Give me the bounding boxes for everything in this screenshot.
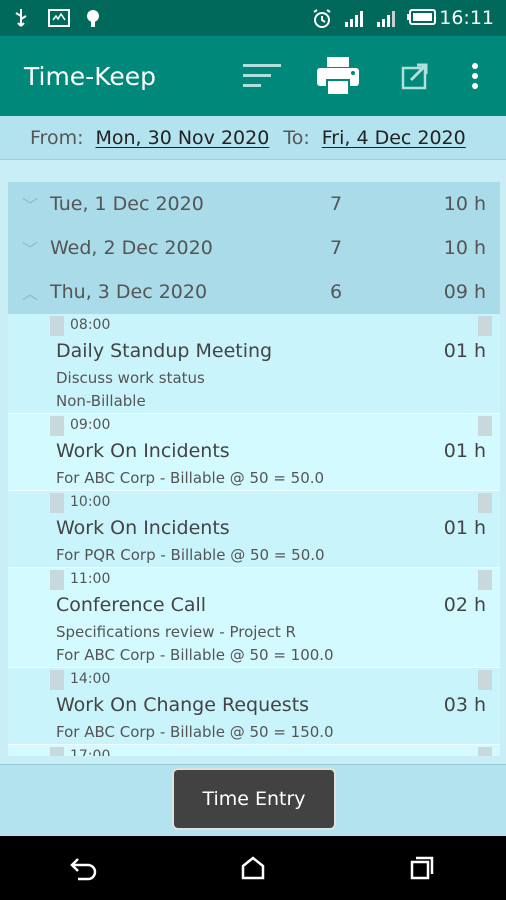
entry-time: 09:00 [70,417,111,433]
entry-detail: For ABC Corp - Billable @ 50 = 150.0 [56,723,334,741]
entry-time: 10:00 [70,494,111,510]
group-hours: 09 h [443,281,486,303]
entry-name: Work On Incidents [56,517,230,539]
day-group-header[interactable]: ︿ Thu, 3 Dec 2020 6 09 h [8,270,500,314]
entry-detail: For ABC Corp - Billable @ 50 = 50.0 [56,469,325,487]
print-button[interactable] [308,57,368,95]
entry-name: Daily Standup Meeting [56,340,273,362]
system-nav-bar [0,836,506,900]
entry-marker [478,316,492,336]
usb-icon [12,8,32,28]
entry-marker [50,416,64,436]
from-date-picker[interactable]: Mon, 30 Nov 2020 [95,127,269,149]
day-group-header[interactable]: ﹀ Wed, 2 Dec 2020 7 10 h [8,226,500,270]
group-date: Thu, 3 Dec 2020 [50,281,208,303]
entry-detail: For PQR Corp - Billable @ 50 = 50.0 [56,546,325,564]
entry-hours: 02 h [443,594,486,616]
day-group-header[interactable]: ﹀ Tue, 1 Dec 2020 7 10 h [8,182,500,226]
group-date: Tue, 1 Dec 2020 [50,193,204,215]
android-icon [84,8,104,28]
group-count: 7 [330,193,343,215]
entry-marker [50,493,64,513]
list-item[interactable]: 08:00 Daily Standup Meeting 01 h Discuss… [8,314,500,414]
entry-time: 08:00 [70,317,111,333]
back-icon [70,858,97,881]
entry-name: Work On Change Requests [56,694,310,716]
debug-icon [48,8,70,28]
list-item[interactable]: 09:00 Work On Incidents 01 h For ABC Cor… [8,414,500,491]
group-count: 7 [330,237,343,259]
chevron-down-icon: ﹀ [22,240,39,259]
entry-marker [478,670,492,690]
time-entry-button[interactable]: Time Entry [172,768,336,830]
entry-marker [50,670,64,690]
entry-name: Work On Incidents [56,440,230,462]
share-icon [401,63,428,90]
list-item[interactable]: 17:00 [8,745,500,756]
more-button[interactable] [458,63,492,89]
battery-icon [407,8,437,28]
list-item[interactable]: 14:00 Work On Change Requests 03 h For A… [8,668,500,745]
entry-detail: Discuss work status [56,369,205,387]
clock-time: 16:11 [439,7,494,29]
signal-icon-2 [375,8,396,28]
entry-hours: 01 h [443,340,486,362]
sort-button[interactable] [232,62,292,90]
sort-icon [243,64,281,87]
entry-time: 11:00 [70,571,111,587]
time-entry-list[interactable]: ﹀ Tue, 1 Dec 2020 7 10 h ﹀ Wed, 2 Dec 20… [8,182,500,756]
app-title: Time-Keep [24,61,156,91]
alarm-icon [311,8,331,28]
entry-time: 17:00 [70,748,111,756]
entry-marker [50,570,64,590]
entry-marker [50,316,64,336]
chevron-down-icon: ﹀ [22,196,39,215]
more-vert-icon [472,63,478,89]
date-range-bar: From: Mon, 30 Nov 2020 To: Fri, 4 Dec 20… [0,116,506,160]
group-hours: 10 h [443,237,486,259]
home-icon [241,856,265,880]
group-hours: 10 h [443,193,486,215]
entry-hours: 01 h [443,517,486,539]
group-date: Wed, 2 Dec 2020 [50,237,213,259]
entry-name: Conference Call [56,594,207,616]
entry-marker [478,570,492,590]
entry-marker [478,416,492,436]
print-icon [317,57,359,95]
recents-button[interactable] [392,843,452,893]
entry-time: 14:00 [70,671,111,687]
entry-marker [50,747,64,756]
signal-icon [343,8,364,28]
chevron-up-icon: ︿ [22,284,39,303]
back-button[interactable] [54,843,114,893]
status-bar: 16:11 [0,0,506,36]
to-label: To: [283,126,310,149]
list-item[interactable]: 10:00 Work On Incidents 01 h For PQR Cor… [8,491,500,568]
list-item[interactable]: 11:00 Conference Call 02 h Specification… [8,568,500,668]
entry-detail: For ABC Corp - Billable @ 50 = 100.0 [56,646,334,664]
entry-detail: Non-Billable [56,392,146,410]
entry-detail: Specifications review - Project R [56,623,296,641]
app-bar: Time-Keep [0,36,506,116]
group-count: 6 [330,281,343,303]
to-date-picker[interactable]: Fri, 4 Dec 2020 [322,127,466,149]
entry-marker [478,493,492,513]
home-button[interactable] [223,843,283,893]
entry-hours: 03 h [443,694,486,716]
recents-icon [410,856,433,880]
entry-hours: 01 h [443,440,486,462]
share-button[interactable] [386,62,446,90]
from-label: From: [30,126,84,149]
entry-marker [478,747,492,756]
